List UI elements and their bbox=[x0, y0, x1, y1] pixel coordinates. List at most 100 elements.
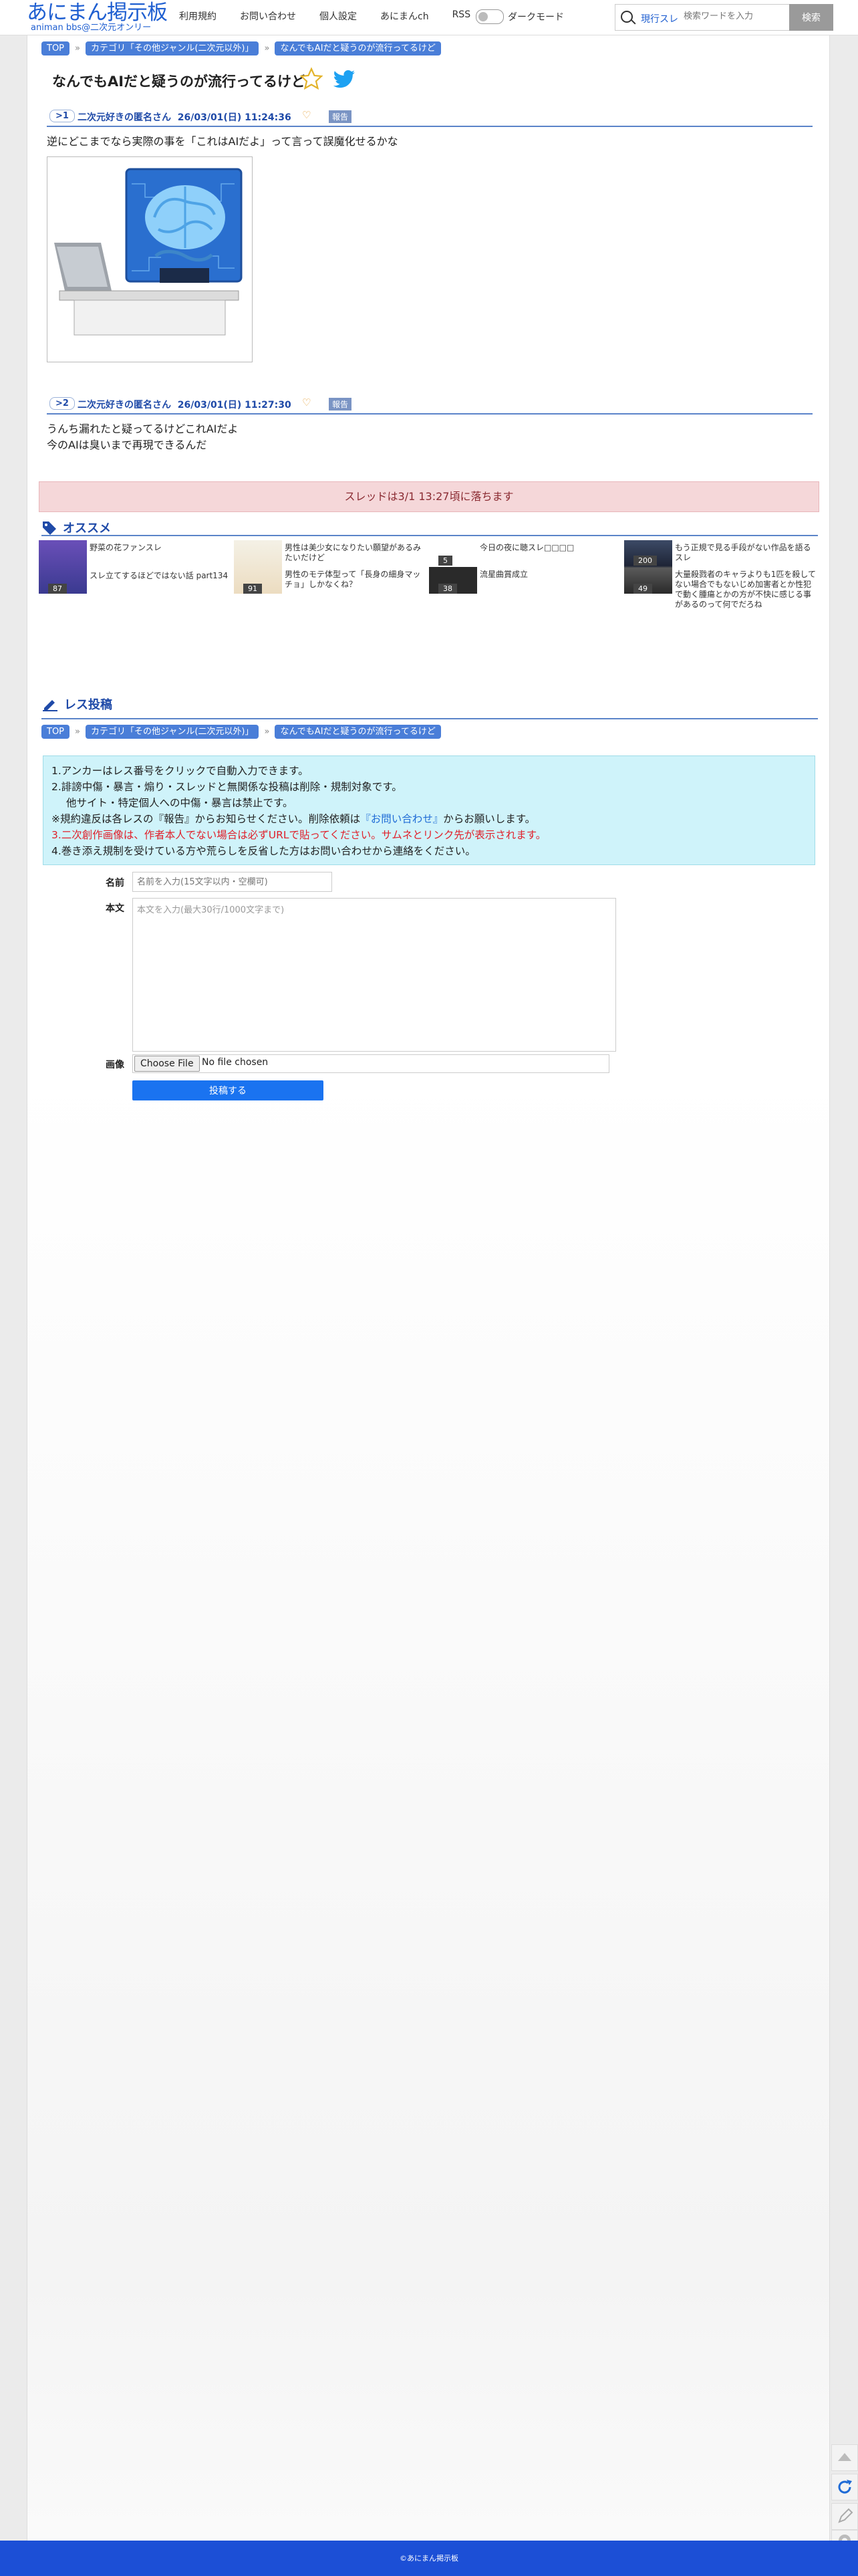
thread-expire-notice: スレッドは3/1 13:27頃に落ちます bbox=[39, 481, 819, 512]
post-header: >2 二次元好きの匿名さん 26/03/01(日) 11:27:30 ♡ 報告 bbox=[47, 394, 813, 415]
post-image[interactable] bbox=[47, 156, 253, 362]
nav-contact[interactable]: お問い合わせ bbox=[240, 9, 296, 23]
breadcrumb-separator: » bbox=[75, 727, 80, 737]
scroll-top-button[interactable] bbox=[831, 2444, 858, 2471]
breadcrumb-category[interactable]: カテゴリ「その他ジャンル(二次元以外)」 bbox=[85, 725, 259, 739]
page-title: なんでもAIだと疑うのが流行ってるけど bbox=[52, 74, 305, 90]
breadcrumb: TOP » カテゴリ「その他ジャンル(二次元以外)」 » なんでもAIだと疑うの… bbox=[41, 725, 441, 739]
rule-text: ※規約違反は各レスの『報告』からお知らせください。削除依頼は bbox=[51, 813, 361, 825]
section-divider bbox=[41, 718, 818, 719]
search-icon bbox=[621, 11, 633, 23]
breadcrumb: TOP » カテゴリ「その他ジャンル(二次元以外)」 » なんでもAIだと疑うの… bbox=[41, 41, 441, 55]
page-background bbox=[27, 0, 830, 2576]
dark-mode-label: ダークモード bbox=[508, 12, 564, 23]
site-footer: ©あにまん掲示板 bbox=[0, 2541, 858, 2576]
search-scope[interactable]: 現行スレ bbox=[641, 12, 678, 25]
recommend-title: スレ立てするほどではない話 part134 bbox=[90, 571, 229, 580]
recommend-title: 今日の夜に聴スレ□□□□ bbox=[480, 543, 575, 552]
post-meta: 二次元好きの匿名さん 26/03/01(日) 11:27:30 bbox=[78, 398, 291, 411]
post-author: 二次元好きの匿名さん bbox=[78, 400, 171, 411]
recommend-item[interactable]: 5 38 今日の夜に聴スレ□□□□ 流星曲賞成立 bbox=[429, 540, 623, 594]
reply-count-badge: 5 bbox=[438, 556, 452, 566]
body-placeholder: 本文を入力(最大30行/1000文字まで) bbox=[137, 905, 285, 915]
file-status: No file chosen bbox=[202, 1057, 269, 1068]
breadcrumb-top[interactable]: TOP bbox=[41, 725, 70, 739]
post-date: 26/03/01(日) 11:24:36 bbox=[177, 112, 291, 123]
heart-icon[interactable]: ♡ bbox=[302, 109, 311, 121]
rule-line: 3.二次創作画像は、作者本人でない場合は必ずURLで貼ってください。サムネとリン… bbox=[51, 829, 547, 841]
breadcrumb-separator: » bbox=[75, 43, 80, 53]
reply-count-badge: 49 bbox=[633, 584, 652, 594]
nav-terms[interactable]: 利用規約 bbox=[179, 9, 217, 23]
search-box: 現行スレ 検索 bbox=[615, 4, 833, 31]
heart-icon[interactable]: ♡ bbox=[302, 396, 311, 408]
post-text-line: 今のAIは臭いまで再現できるんだ bbox=[47, 439, 207, 451]
recommend-title: 野菜の花ファンスレ bbox=[90, 543, 162, 552]
report-button[interactable]: 報告 bbox=[329, 398, 352, 411]
reply-count-badge: 91 bbox=[243, 584, 262, 594]
recommend-title: 大量殺戮者のキャラよりも1匹を殺してない場合でもないじめ加害者とか性犯で動く腫瘍… bbox=[675, 570, 817, 609]
dark-mode-switch[interactable]: ダークモード bbox=[476, 9, 564, 24]
post-text-line: 逆にどこまでなら実際の事を「これはAIだよ」って言って誤魔化せるかな bbox=[47, 135, 398, 148]
body-label: 本文 bbox=[106, 903, 124, 914]
breadcrumb-thread[interactable]: なんでもAIだと疑うのが流行ってるけど bbox=[275, 725, 441, 739]
image-file-input[interactable]: Choose File No file chosen bbox=[132, 1054, 609, 1073]
choose-file-button[interactable]: Choose File bbox=[134, 1056, 200, 1072]
tag-icon bbox=[43, 521, 56, 535]
rule-line: 4.巻き添え規制を受けている方や荒らしを反省した方はお問い合わせから連絡をくださ… bbox=[51, 845, 476, 857]
recommend-item[interactable]: スレ立てするほどではない話 part134 bbox=[39, 568, 233, 595]
favorite-star-icon[interactable] bbox=[299, 67, 323, 91]
post-body: 逆にどこまでなら実際の事を「これはAIだよ」って言って誤魔化せるかな bbox=[47, 134, 398, 150]
write-button[interactable] bbox=[831, 2503, 858, 2530]
recommend-item[interactable]: 91 男性は美少女になりたい願望があるみたいだけど 男性のモテ体型って「長身の細… bbox=[234, 540, 428, 594]
reload-button[interactable] bbox=[831, 2474, 858, 2500]
pencil-icon bbox=[43, 700, 57, 711]
reply-heading: レス投稿 bbox=[41, 695, 112, 713]
reply-count-badge: 200 bbox=[633, 556, 657, 566]
rule-line: 他サイト・特定個人への中傷・暴言は禁止です。 bbox=[66, 797, 293, 809]
logo-text: あにまん掲示板 bbox=[27, 1, 168, 25]
recommend-thumbnail: 91 bbox=[234, 540, 282, 594]
twitter-share-icon[interactable] bbox=[333, 70, 355, 90]
recommend-thumbnail: 200 49 bbox=[624, 540, 672, 594]
breadcrumb-top[interactable]: TOP bbox=[41, 41, 70, 55]
logo-subtitle: animan bbs@二次元オンリー bbox=[31, 23, 152, 33]
site-logo[interactable]: あにまん掲示板 animan bbs@二次元オンリー bbox=[27, 1, 168, 33]
breadcrumb-thread[interactable]: なんでもAIだと疑うのが流行ってるけど bbox=[275, 41, 441, 55]
toggle-icon[interactable] bbox=[476, 9, 504, 24]
search-button[interactable]: 検索 bbox=[789, 4, 833, 31]
search-input[interactable] bbox=[682, 11, 785, 22]
nav-settings[interactable]: 個人設定 bbox=[319, 9, 357, 23]
nav-animanch[interactable]: あにまんch bbox=[380, 9, 429, 23]
recommend-title: 男性は美少女になりたい願望があるみたいだけど bbox=[285, 543, 422, 562]
post-author: 二次元好きの匿名さん bbox=[78, 112, 171, 123]
report-button[interactable]: 報告 bbox=[329, 110, 352, 123]
post-text-line: うんち漏れたと疑ってるけどこれAIだよ bbox=[47, 423, 239, 435]
recommend-heading-text: オススメ bbox=[63, 521, 111, 536]
rule-line: 1.アンカーはレス番号をクリックで自動入力できます。 bbox=[51, 765, 309, 777]
recommend-heading: オススメ bbox=[41, 519, 111, 536]
top-nav: 利用規約 お問い合わせ 個人設定 あにまんch RSS bbox=[179, 9, 494, 23]
recommend-item[interactable]: 200 49 もう正規で見る手段がない作品を語るスレ 大量殺戮者のキャラよりも1匹… bbox=[624, 540, 818, 609]
name-field[interactable] bbox=[132, 872, 332, 892]
post-header: >1 二次元好きの匿名さん 26/03/01(日) 11:24:36 ♡ 報告 bbox=[47, 107, 813, 127]
posting-rules: 1.アンカーはレス番号をクリックで自動入力できます。 2.誹謗中傷・暴言・煽り・… bbox=[43, 755, 815, 865]
name-label: 名前 bbox=[106, 878, 124, 889]
rule-line: 2.誹謗中傷・暴言・煽り・スレッドと無関係な投稿は削除・規制対象です。 bbox=[51, 781, 402, 793]
body-textarea[interactable]: 本文を入力(最大30行/1000文字まで) bbox=[132, 898, 616, 1052]
site-header: あにまん掲示板 animan bbs@二次元オンリー 利用規約 お問い合わせ 個… bbox=[0, 0, 858, 35]
post-body: うんち漏れたと疑ってるけどこれAIだよ 今のAIは臭いまで再現できるんだ bbox=[47, 421, 238, 453]
post-number[interactable]: >2 bbox=[49, 397, 75, 410]
submit-button[interactable]: 投稿する bbox=[132, 1080, 323, 1100]
post-number[interactable]: >1 bbox=[49, 110, 75, 122]
post-meta: 二次元好きの匿名さん 26/03/01(日) 11:24:36 bbox=[78, 110, 291, 124]
rule-text: からお願いします。 bbox=[443, 813, 536, 825]
breadcrumb-category[interactable]: カテゴリ「その他ジャンル(二次元以外)」 bbox=[85, 41, 259, 55]
contact-link[interactable]: 『お問い合わせ』 bbox=[360, 813, 443, 825]
recommend-title: もう正規で見る手段がない作品を語るスレ bbox=[675, 543, 811, 562]
recommend-thumbnail: 5 38 bbox=[429, 540, 477, 594]
nav-rss[interactable]: RSS bbox=[452, 9, 471, 23]
breadcrumb-separator: » bbox=[264, 43, 270, 53]
section-divider bbox=[41, 535, 818, 536]
breadcrumb-separator: » bbox=[264, 727, 270, 737]
